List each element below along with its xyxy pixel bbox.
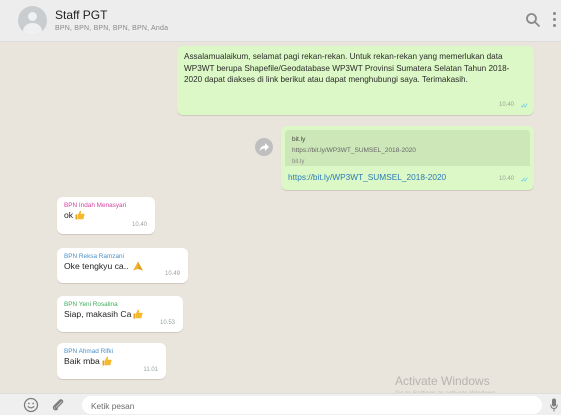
- thumbs-up-icon: [102, 356, 112, 366]
- message-time: 10.40: [498, 175, 514, 182]
- sender-name[interactable]: BPN Reksa Ramzani: [64, 252, 181, 261]
- read-receipt-icon: ✓✓: [520, 102, 529, 110]
- attach-icon[interactable]: [50, 397, 66, 413]
- outgoing-link-message[interactable]: https://bit.ly/WP3WT_SUMSEL_2018-2020 10…: [281, 166, 534, 190]
- message-time: 10.40: [498, 101, 514, 108]
- forward-icon[interactable]: [255, 138, 273, 156]
- emoji-icon[interactable]: [23, 397, 39, 413]
- message-text: Baik mba: [64, 356, 100, 366]
- folded-hands-icon: [132, 261, 144, 271]
- activate-windows-title: Activate Windows: [395, 374, 490, 388]
- message-link[interactable]: https://bit.ly/WP3WT_SUMSEL_2018-2020: [288, 172, 446, 182]
- search-icon[interactable]: [525, 12, 541, 28]
- message-time: 10.40: [131, 221, 147, 228]
- message-text: Oke tengkyu ca..: [64, 261, 129, 271]
- compose-bar: [0, 393, 561, 415]
- message-text: ok: [64, 210, 74, 220]
- sender-name[interactable]: BPN Indah Menasyari: [64, 201, 148, 210]
- mic-icon[interactable]: [550, 398, 558, 412]
- group-members: BPN, BPN, BPN, BPN, BPN, Anda: [55, 25, 169, 32]
- message-time: 10.49: [164, 270, 180, 277]
- message-input-wrapper: [82, 396, 542, 415]
- read-receipt-icon: ✓✓: [520, 176, 529, 184]
- link-preview-card[interactable]: bit.ly https://bit.ly/WP3WT_SUMSEL_2018-…: [285, 130, 530, 171]
- outgoing-message[interactable]: Assalamualaikum, selamat pagi rekan-reka…: [177, 46, 534, 115]
- group-avatar[interactable]: [18, 6, 47, 35]
- sender-name[interactable]: BPN Ahmad Rifki: [64, 347, 159, 356]
- incoming-message[interactable]: BPN Ahmad Rifki Baik mba 11.01: [57, 343, 166, 379]
- message-input[interactable]: [82, 397, 542, 415]
- thumbs-up-icon: [133, 309, 143, 319]
- message-time: 11.01: [143, 366, 158, 373]
- incoming-message[interactable]: BPN Indah Menasyari ok 10.40: [57, 197, 155, 234]
- sender-name[interactable]: BPN Yeni Rosalina: [64, 300, 176, 309]
- menu-icon[interactable]: [552, 12, 558, 30]
- thumbs-up-icon: [75, 210, 85, 220]
- message-text: Assalamualaikum, selamat pagi rekan-reka…: [184, 52, 510, 84]
- incoming-message[interactable]: BPN Yeni Rosalina Siap, makasih Ca 10.53: [57, 296, 183, 332]
- message-text: Siap, makasih Ca: [64, 309, 132, 319]
- group-title[interactable]: Staff PGT: [55, 8, 107, 22]
- preview-title: bit.ly: [292, 136, 306, 143]
- incoming-message[interactable]: BPN Reksa Ramzani Oke tengkyu ca.. 10.49: [57, 248, 188, 283]
- chat-header: Staff PGT BPN, BPN, BPN, BPN, BPN, Anda: [0, 0, 561, 42]
- preview-url: https://bit.ly/WP3WT_SUMSEL_2018-2020: [292, 147, 416, 154]
- message-time: 10.53: [159, 319, 175, 326]
